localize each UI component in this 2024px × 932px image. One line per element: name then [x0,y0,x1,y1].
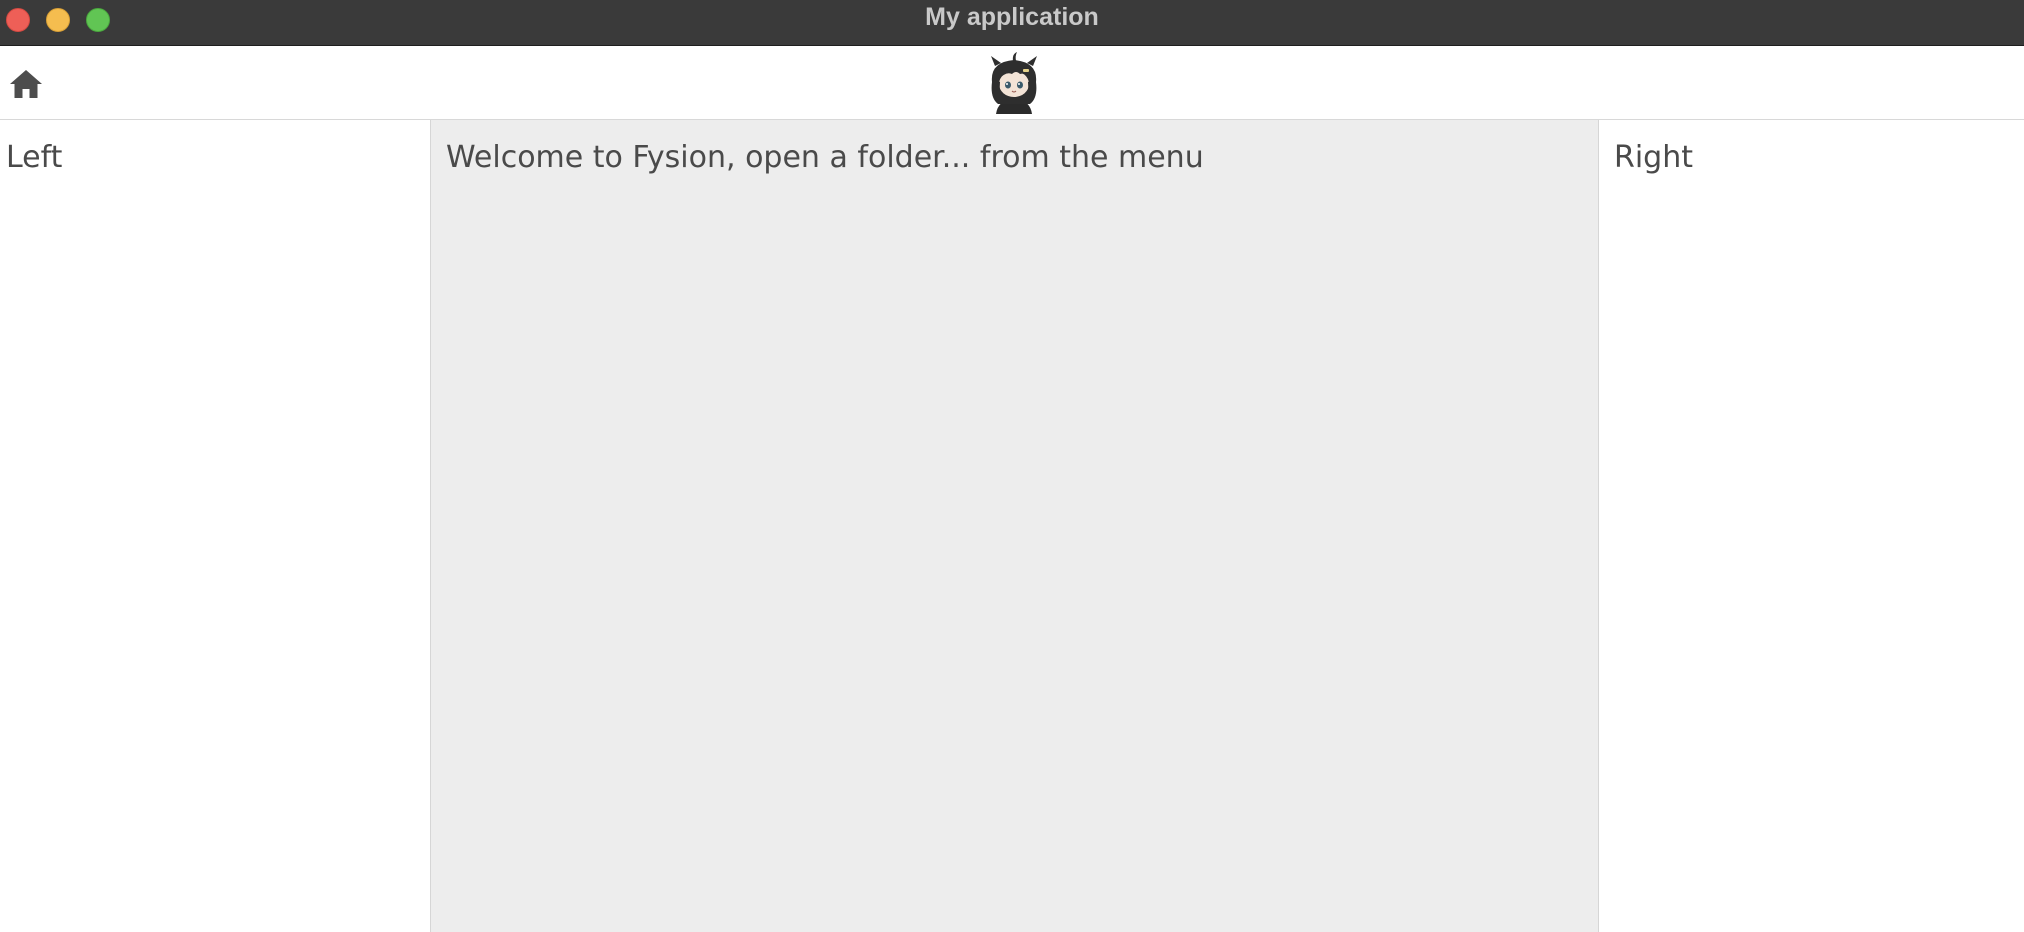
right-panel: Right [1599,120,2024,932]
toolbar [0,46,2024,120]
avatar [986,52,1042,114]
chibi-character-icon [991,52,1037,114]
window-title: My application [925,3,1099,31]
home-button[interactable] [6,64,46,104]
left-panel-label: Left [6,140,63,175]
title-bar[interactable]: My application [0,0,2024,46]
home-icon [10,70,42,98]
app-window: My application Left Welcome to Fysion, o… [0,0,2024,932]
center-panel: Welcome to Fysion, open a folder... from… [431,120,1599,932]
right-panel-label: Right [1614,140,1693,175]
welcome-message: Welcome to Fysion, open a folder... from… [446,140,1204,175]
left-panel: Left [0,120,431,932]
panels-container: Left Welcome to Fysion, open a folder...… [0,120,2024,932]
